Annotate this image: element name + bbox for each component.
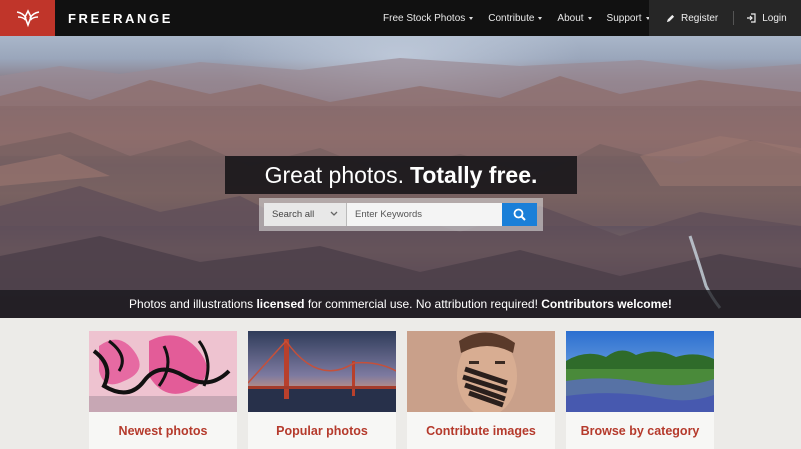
search-scope-select[interactable]: Search all [264, 203, 347, 226]
caret-down-icon [587, 16, 592, 20]
painted-face-image [407, 331, 555, 412]
card-newest-photos[interactable]: Newest photos [89, 331, 237, 449]
search-bar: Search all Enter Keywords [259, 198, 543, 231]
strip-bold-1: licensed [256, 297, 305, 311]
search-button[interactable] [502, 203, 537, 226]
strip-bold-2: Contributors welcome! [541, 297, 672, 311]
search-scope-value: Search all [272, 209, 315, 220]
card-label: Newest photos [118, 424, 208, 438]
logo[interactable] [0, 0, 55, 36]
top-navbar: FREERANGE Free Stock Photos Contribute A… [0, 0, 801, 36]
account-area: Register Login [649, 0, 801, 36]
hero-banner: Great photos. Totally free. Search all E… [0, 36, 801, 318]
nav-support[interactable]: Support [607, 13, 650, 24]
nav-label: Contribute [488, 12, 535, 24]
chevron-down-icon [330, 211, 338, 216]
hero-headline: Great photos. Totally free. [225, 156, 577, 194]
nav-about[interactable]: About [557, 12, 592, 24]
strip-text-2: for commercial use. No attribution requi… [304, 297, 542, 311]
golden-gate-bridge-image [248, 331, 396, 412]
caret-down-icon [538, 16, 543, 20]
login-label: Login [762, 12, 787, 24]
headline-bold: Totally free. [409, 161, 538, 188]
register-label: Register [681, 12, 719, 24]
divider [733, 11, 735, 25]
caret-down-icon [469, 16, 474, 20]
card-label: Popular photos [276, 424, 368, 438]
bluebonnet-field-image [566, 331, 714, 412]
graffiti-image [89, 331, 237, 412]
search-input[interactable]: Enter Keywords [347, 203, 502, 226]
bird-logo-icon [16, 9, 39, 28]
nav-label: About [557, 12, 584, 24]
search-icon [513, 208, 526, 221]
brand-name[interactable]: FREERANGE [68, 11, 173, 26]
login-link[interactable]: Login [746, 12, 787, 24]
card-browse-by-category[interactable]: Browse by category [566, 331, 714, 449]
login-icon [747, 13, 756, 23]
nav-contribute[interactable]: Contribute [488, 12, 543, 24]
nav-label: Free Stock Photos [383, 12, 466, 24]
headline-regular: Great photos. [264, 161, 404, 188]
card-label: Browse by category [580, 424, 700, 438]
card-contribute-images[interactable]: Contribute images [407, 331, 555, 449]
nav-label: Support [606, 12, 642, 24]
main-nav: Free Stock Photos Contribute About Suppo… [383, 0, 665, 36]
card-popular-photos[interactable]: Popular photos [248, 331, 396, 449]
nav-free-stock-photos[interactable]: Free Stock Photos [383, 12, 474, 24]
license-strip: Photos and illustrations licensed for co… [0, 290, 801, 318]
pencil-icon [666, 14, 675, 22]
card-label: Contribute images [426, 424, 536, 438]
register-link[interactable]: Register [666, 13, 718, 24]
strip-text-1: Photos and illustrations [129, 297, 257, 311]
search-placeholder: Enter Keywords [355, 209, 423, 220]
